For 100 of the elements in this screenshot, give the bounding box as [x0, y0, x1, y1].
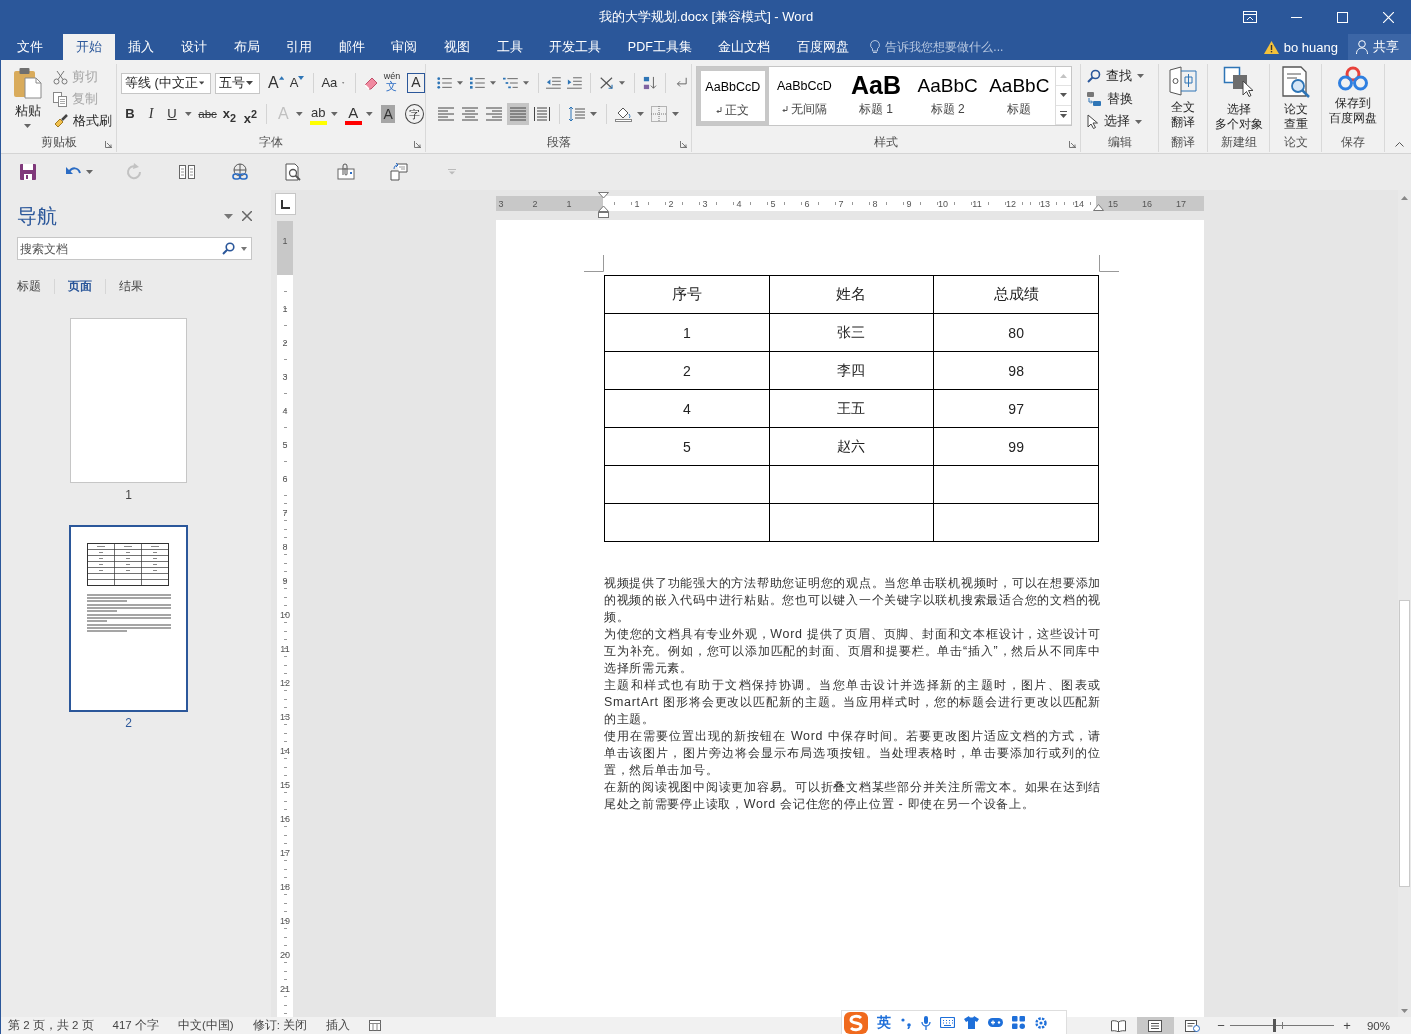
- replace-button[interactable]: 替换: [1087, 87, 1158, 111]
- sort-icon[interactable]: [642, 75, 658, 91]
- multilevel-list-icon[interactable]: [502, 75, 518, 91]
- full-text-translate-button[interactable]: 全文 翻译: [1168, 64, 1198, 133]
- paste-button[interactable]: 粘贴: [7, 64, 49, 133]
- zoom-in-button[interactable]: +: [1340, 1018, 1353, 1033]
- microphone-icon[interactable]: [921, 1015, 931, 1030]
- status-bar-item[interactable]: 第 2 页，共 2 页: [8, 1018, 94, 1033]
- caret-down-icon[interactable]: [331, 112, 339, 116]
- zoom-level-text[interactable]: 90%: [1366, 1019, 1390, 1032]
- underline-button[interactable]: U: [163, 103, 181, 125]
- style-gallery-item[interactable]: AaB 标题 1: [840, 67, 912, 125]
- macro-record-icon[interactable]: [369, 1020, 382, 1031]
- two-pages-icon[interactable]: [177, 163, 196, 181]
- grow-font-button[interactable]: A: [267, 72, 285, 94]
- decrease-indent-icon[interactable]: [546, 75, 562, 91]
- ribbon-tab[interactable]: 引用: [272, 34, 326, 60]
- phonetic-guide-button[interactable]: wén 文: [383, 72, 401, 94]
- maximize-icon[interactable]: [1336, 11, 1348, 23]
- print-preview-icon[interactable]: [283, 163, 302, 181]
- save-to-cloud-button[interactable]: 保存到 百度网盘: [1329, 64, 1377, 133]
- dialog-launcher-icon[interactable]: [414, 141, 421, 148]
- ribbon-tab[interactable]: 设计: [167, 34, 221, 60]
- highlight-button[interactable]: ab: [309, 103, 328, 125]
- numbering-icon[interactable]: [469, 75, 485, 91]
- ribbon-tab[interactable]: 工具: [483, 34, 536, 60]
- bullets-icon[interactable]: [437, 75, 452, 91]
- scrollbar-thumb[interactable]: [1399, 600, 1410, 887]
- ribbon-tab[interactable]: 插入: [115, 34, 168, 60]
- user-name[interactable]: bo huang: [1283, 39, 1338, 55]
- tab-selector-button[interactable]: [274, 193, 296, 215]
- caret-down-icon[interactable]: [637, 112, 644, 116]
- gamepad-icon[interactable]: [988, 1017, 1003, 1028]
- caret-down-icon[interactable]: [590, 112, 597, 116]
- caret-down-icon[interactable]: [185, 112, 192, 116]
- font-name-dropdown[interactable]: 等线 (中文正: [121, 72, 211, 94]
- zoom-slider-thumb[interactable]: [1272, 1019, 1276, 1032]
- strikethrough-button[interactable]: abc: [197, 103, 218, 125]
- caret-down-icon[interactable]: [296, 112, 304, 116]
- caret-down-icon[interactable]: [241, 247, 247, 251]
- ribbon-display-options-icon[interactable]: [1243, 11, 1257, 23]
- indent-marker-icon[interactable]: [1093, 204, 1104, 211]
- change-case-button[interactable]: Aa: [320, 72, 339, 94]
- ribbon-tab[interactable]: 视图: [430, 34, 484, 60]
- style-gallery-item[interactable]: AaBbC 标题 2: [911, 67, 984, 125]
- caret-down-icon[interactable]: [246, 81, 253, 85]
- status-bar-item[interactable]: 417 个字: [112, 1018, 159, 1033]
- share-button[interactable]: 共享: [1348, 34, 1411, 60]
- pane-tab[interactable]: 页面: [68, 278, 105, 295]
- italic-button[interactable]: I: [142, 103, 160, 125]
- search-icon[interactable]: [222, 242, 235, 255]
- ribbon-tab[interactable]: 金山文档: [705, 34, 784, 60]
- caret-down-icon[interactable]: [672, 112, 679, 116]
- increase-indent-icon[interactable]: [567, 75, 582, 91]
- status-bar-item[interactable]: 修订: 关闭: [252, 1018, 308, 1033]
- save-icon[interactable]: [18, 163, 37, 181]
- indent-marker-icon[interactable]: [598, 192, 609, 218]
- character-border-button[interactable]: A: [407, 73, 425, 93]
- paperclip-envelope-icon[interactable]: [336, 163, 355, 181]
- input-method-logo-icon[interactable]: [844, 1011, 868, 1034]
- page-thumbnail[interactable]: [69, 525, 188, 712]
- thesis-check-button[interactable]: 论文 查重: [1280, 64, 1311, 133]
- find-button[interactable]: 查找: [1087, 65, 1158, 88]
- crossed-arrows-icon[interactable]: [598, 75, 614, 91]
- shrink-font-button[interactable]: A: [288, 72, 306, 94]
- tell-me-field[interactable]: 告诉我您想要做什么...: [885, 40, 1036, 54]
- caret-down-icon[interactable]: [456, 81, 463, 85]
- close-icon[interactable]: [242, 211, 252, 221]
- scroll-down-icon[interactable]: [1401, 1009, 1408, 1013]
- caret-down-icon[interactable]: [86, 170, 93, 174]
- caret-down-icon[interactable]: [198, 81, 204, 85]
- ribbon-tab[interactable]: 开始: [62, 34, 116, 60]
- caret-down-icon[interactable]: [618, 81, 625, 85]
- grid-icon[interactable]: [1012, 1016, 1025, 1029]
- shirt-icon[interactable]: [964, 1016, 979, 1029]
- ribbon-tab[interactable]: 开发工具: [535, 34, 615, 60]
- dialog-launcher-icon[interactable]: [1069, 141, 1076, 148]
- caret-down-icon[interactable]: [23, 124, 31, 128]
- style-gallery-item[interactable]: AaBbC 标题: [983, 67, 1056, 125]
- dialog-launcher-icon[interactable]: [105, 141, 112, 148]
- character-shading-button[interactable]: A: [379, 103, 398, 125]
- punctuation-icon[interactable]: [900, 1016, 912, 1029]
- style-gallery-item[interactable]: AaBbCcD 无间隔: [768, 67, 841, 125]
- status-bar-item[interactable]: 插入: [326, 1018, 351, 1033]
- select-button[interactable]: 选择: [1087, 110, 1158, 133]
- ribbon-tab[interactable]: 文件: [4, 34, 57, 60]
- caret-down-icon[interactable]: [522, 81, 529, 85]
- ribbon-tab[interactable]: 邮件: [325, 34, 379, 60]
- font-size-dropdown[interactable]: 五号: [215, 72, 260, 94]
- superscript-button[interactable]: x$^{2}$: [241, 103, 260, 125]
- style-gallery-item[interactable]: AaBbCcD 正文: [697, 67, 769, 125]
- zoom-out-button[interactable]: −: [1214, 1018, 1227, 1033]
- search-field[interactable]: 搜索文档: [17, 237, 252, 260]
- ribbon-tab[interactable]: 布局: [220, 34, 273, 60]
- status-bar-item[interactable]: 中文(中国): [177, 1018, 234, 1033]
- document-arrow-icon[interactable]: [389, 163, 408, 181]
- select-objects-button[interactable]: 选择 多个对象: [1214, 64, 1263, 133]
- line-spacing-icon[interactable]: [568, 106, 585, 122]
- globe-link-icon[interactable]: [230, 163, 249, 181]
- font-color-button[interactable]: A: [344, 103, 363, 125]
